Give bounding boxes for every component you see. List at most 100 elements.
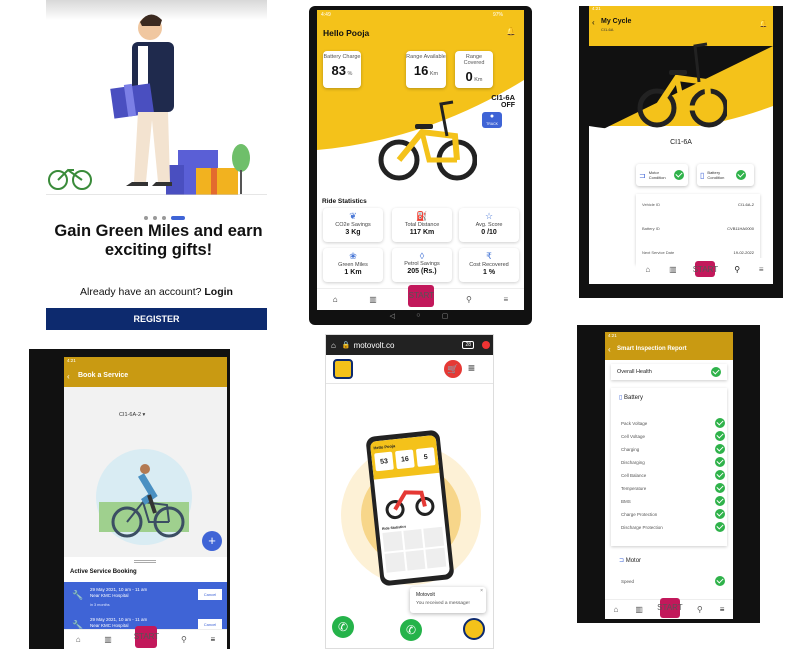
- overall-label: Overall Health: [617, 369, 652, 375]
- menu-icon[interactable]: ≡: [720, 605, 725, 614]
- recents-icon[interactable]: ▢: [442, 312, 449, 320]
- cart-icon[interactable]: 🛒: [444, 360, 462, 378]
- stat-co2: ❦ CO2e Savings 3 Kg: [323, 208, 383, 242]
- check-label: Temperature: [621, 485, 647, 491]
- drag-handle[interactable]: [134, 560, 156, 563]
- stat-petrol: ◊ Petrol Savings 205 (Rs.): [392, 248, 452, 282]
- home-nav-icon[interactable]: ○: [416, 312, 420, 320]
- my-cycle-screen: 4:21 ‹ My Cycle CI1-6A 🔔 CI1-6A ⊐ Motor C…: [589, 6, 773, 284]
- bike-icon[interactable]: ⚲: [734, 265, 740, 274]
- detail-key: Vehicle ID: [642, 202, 661, 207]
- bike-icon[interactable]: ⚲: [181, 635, 187, 644]
- stat-label: Petrol Savings: [404, 261, 440, 267]
- check-row: Discharge Protection: [621, 522, 725, 532]
- close-icon[interactable]: ×: [480, 588, 483, 594]
- back-arrow-icon[interactable]: ‹: [608, 345, 611, 354]
- leaf-icon: ❦: [349, 211, 357, 221]
- start-button[interactable]: START: [657, 597, 683, 618]
- stat-value: 117: [409, 229, 422, 236]
- check-row: Cell Balance: [621, 470, 725, 480]
- battery-label: Battery Condition: [707, 170, 725, 180]
- check-icon: [715, 457, 725, 467]
- start-button[interactable]: START: [693, 261, 718, 277]
- chat-message: You received a message!: [416, 601, 470, 606]
- chat-popup[interactable]: Motovolt You received a message! ×: [410, 587, 486, 613]
- card-unit: Km: [474, 77, 483, 83]
- cyclist-illustration: [96, 449, 192, 545]
- check-icon: [715, 444, 725, 454]
- cancel-button[interactable]: Cancel: [198, 589, 222, 600]
- book-service-frame: 4:21 ‹ Book a Service CI1-6A-2 ▾ + Activ…: [29, 349, 230, 649]
- start-button[interactable]: START: [134, 625, 159, 648]
- menu-icon[interactable]: ≡: [759, 265, 764, 274]
- motor-label: Motor Condition: [648, 170, 666, 180]
- stat-distance: ⛽ Total Distance 117 Km: [392, 208, 452, 242]
- bell-icon[interactable]: 🔔: [506, 27, 516, 36]
- home-icon[interactable]: ⌂: [333, 295, 338, 304]
- chart-icon[interactable]: ▥: [669, 265, 677, 274]
- card-value: 0: [465, 69, 473, 84]
- menu-icon[interactable]: ≡: [504, 295, 509, 304]
- vehicle-select[interactable]: CI1-6A-2 ▾: [119, 412, 145, 418]
- bell-icon[interactable]: 🔔: [759, 20, 768, 28]
- back-arrow-icon[interactable]: ‹: [67, 372, 70, 381]
- stat-value: 0: [481, 229, 486, 236]
- check-icon: [736, 170, 747, 180]
- stat-label: Total Distance: [404, 222, 440, 228]
- chart-icon[interactable]: ▥: [369, 295, 377, 304]
- login-link[interactable]: Login: [204, 286, 233, 298]
- battery-condition-card[interactable]: ▯ Battery Condition: [697, 164, 754, 186]
- check-icon: [715, 470, 725, 480]
- star-icon: ☆: [484, 211, 494, 221]
- cycle-status: OFF: [501, 102, 515, 109]
- status-time: 4:21: [592, 6, 601, 11]
- home-icon[interactable]: ⌂: [645, 265, 650, 274]
- track-button[interactable]: ● TRACK: [482, 112, 502, 128]
- chart-icon[interactable]: ▥: [635, 605, 643, 614]
- battery-section: ▯ Battery: [619, 394, 643, 401]
- wrench-icon: 🔧: [72, 590, 84, 600]
- stat-value: 1: [344, 269, 349, 276]
- chevron-down-icon: ▾: [142, 412, 146, 418]
- bike-icon[interactable]: ⚲: [697, 605, 703, 614]
- register-button[interactable]: REGISTER: [46, 308, 267, 330]
- mock-card: 5: [415, 447, 436, 467]
- tabs-count[interactable]: 28: [462, 341, 474, 349]
- card-label: Range Covered: [463, 54, 485, 66]
- check-row: Temperature: [621, 483, 725, 493]
- card-label: Battery Charge: [323, 54, 361, 60]
- card-label: Range Available: [406, 54, 446, 60]
- booking-place: Near KMC Hospital: [90, 593, 129, 598]
- cycle-id: CI1-6A: [491, 93, 515, 102]
- check-icon: [715, 431, 725, 441]
- motovolt-logo[interactable]: [333, 359, 353, 379]
- back-icon[interactable]: ◁: [390, 312, 395, 320]
- detail-key: Next Service Date: [642, 250, 675, 255]
- check-row: Pack Voltage: [621, 418, 725, 428]
- profile-icon[interactable]: [482, 341, 490, 349]
- motor-condition-card[interactable]: ⊐ Motor Condition: [636, 164, 688, 186]
- card-unit: Km: [429, 71, 439, 77]
- check-label: Speed: [621, 578, 635, 584]
- back-arrow-icon[interactable]: ‹: [592, 18, 595, 27]
- menu-icon[interactable]: ≡: [468, 361, 475, 375]
- url-field[interactable]: motovolt.co: [354, 341, 395, 350]
- start-button[interactable]: START: [408, 284, 435, 307]
- mock-card: 16: [394, 449, 415, 470]
- stat-unit: Kg: [351, 229, 361, 236]
- bike-icon[interactable]: ⚲: [466, 295, 472, 304]
- home-icon[interactable]: ⌂: [331, 341, 336, 350]
- stat-value: 1: [482, 269, 487, 276]
- greeting: Hello Pooja: [323, 28, 370, 38]
- stat-green-miles: ❀ Green Miles 1 Km: [323, 248, 383, 282]
- menu-icon[interactable]: ≡: [211, 635, 216, 644]
- home-icon[interactable]: ⌂: [614, 605, 619, 614]
- home-icon[interactable]: ⌂: [76, 635, 81, 644]
- status-time: 4:21: [608, 333, 617, 338]
- add-button[interactable]: +: [202, 531, 222, 551]
- chat-avatar[interactable]: [463, 618, 485, 640]
- chart-icon[interactable]: ▥: [104, 635, 112, 644]
- whatsapp-icon[interactable]: ✆: [332, 616, 354, 638]
- phone-call-icon[interactable]: ✆: [400, 619, 422, 641]
- book-service-screen: 4:21 ‹ Book a Service CI1-6A-2 ▾ + Activ…: [64, 357, 227, 649]
